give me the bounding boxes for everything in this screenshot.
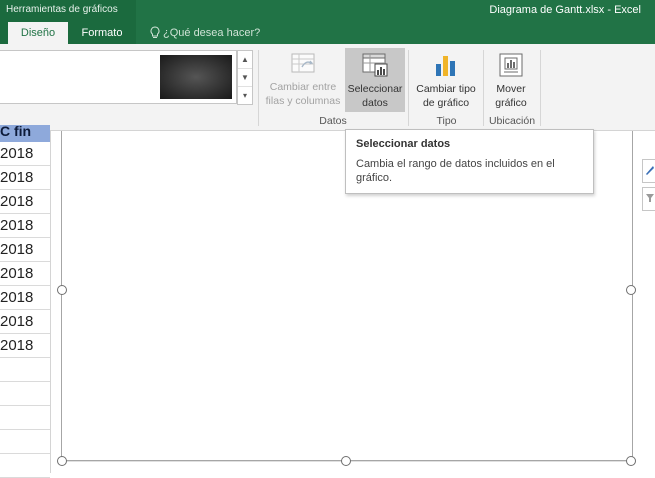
filter-icon (646, 194, 654, 202)
gallery-scroll[interactable]: ▲ ▼ ▾ (237, 50, 253, 105)
chart-filters-side-button[interactable] (642, 187, 655, 211)
empty-cell[interactable] (0, 406, 50, 430)
date-cell[interactable]: 2018 (0, 334, 50, 358)
switch-row-column-button[interactable]: Cambiar entre filas y columnas (262, 48, 344, 112)
select-data-line2: datos (362, 97, 388, 109)
group-label-datos: Datos (319, 115, 347, 127)
date-cell[interactable]: 2018 (0, 286, 50, 310)
resize-handle-right[interactable] (626, 285, 636, 295)
empty-cell[interactable] (0, 454, 50, 478)
change-chart-type-icon (436, 56, 455, 76)
move-chart-button[interactable]: Mover gráfico (485, 48, 537, 112)
group-separator (540, 50, 541, 126)
chart-styles-gallery[interactable] (0, 50, 237, 104)
ribbon: ▲ ▼ ▾ Cambiar entre filas y columnas Sel… (0, 44, 655, 131)
gallery-down-icon[interactable]: ▼ (238, 69, 252, 87)
change-chart-type-line1: Cambiar tipo (416, 83, 476, 95)
resize-handle-bottom-right[interactable] (626, 456, 636, 466)
change-chart-type-line2: de gráfico (422, 97, 470, 109)
tooltip-body: Cambia el rango de datos incluidos en el… (356, 158, 555, 184)
tab-formato[interactable]: Formato (70, 22, 134, 44)
select-data-tooltip: Seleccionar datos Cambia el rango de dat… (345, 129, 594, 194)
date-column: C fin 2018 2018 2018 2018 2018 2018 2018… (0, 125, 51, 478)
switch-row-column-line1: Cambiar entre (269, 81, 337, 93)
select-data-icon (362, 53, 388, 77)
gallery-up-icon[interactable]: ▲ (238, 51, 252, 69)
change-chart-type-button[interactable]: Cambiar tipo de gráfico (412, 48, 480, 112)
empty-cell[interactable] (0, 430, 50, 454)
group-label-ubicacion: Ubicación (488, 115, 536, 127)
resize-handle-bottom[interactable] (341, 456, 351, 466)
date-cell[interactable]: 2018 (0, 166, 50, 190)
lightbulb-icon (150, 26, 160, 38)
date-cell[interactable]: 2018 (0, 142, 50, 166)
tell-me-search[interactable]: ¿Qué desea hacer? (150, 22, 260, 44)
context-tab-group-label: Herramientas de gráficos (6, 4, 118, 15)
chart-style-thumbnail[interactable] (160, 55, 232, 99)
gallery-more-icon[interactable]: ▾ (238, 87, 252, 104)
empty-cell[interactable] (0, 358, 50, 382)
switch-row-column-icon (291, 53, 315, 73)
date-cell[interactable]: 2018 (0, 310, 50, 334)
empty-cell[interactable] (0, 382, 50, 406)
title-bar: Herramientas de gráficos Diagrama de Gan… (0, 0, 655, 44)
window-title: Diagrama de Gantt.xlsx - Excel (489, 4, 641, 16)
group-label-tipo: Tipo (436, 115, 457, 127)
tell-me-label: ¿Qué desea hacer? (163, 27, 261, 39)
resize-handle-left[interactable] (57, 285, 67, 295)
tooltip-title: Seleccionar datos (356, 138, 451, 150)
switch-row-column-line2: filas y columnas (265, 95, 341, 107)
move-chart-line2: gráfico (495, 97, 527, 109)
date-cell[interactable]: 2018 (0, 190, 50, 214)
select-data-line1: Seleccionar (347, 83, 403, 95)
date-cell[interactable]: 2018 (0, 214, 50, 238)
select-data-button[interactable]: Seleccionar datos (345, 48, 405, 112)
move-chart-line1: Mover (496, 83, 526, 95)
brush-icon (646, 166, 654, 175)
date-cell[interactable]: 2018 (0, 238, 50, 262)
date-cell[interactable]: 2018 (0, 262, 50, 286)
tab-diseno[interactable]: Diseño (8, 22, 68, 44)
column-header-cell[interactable]: C fin (0, 125, 50, 142)
resize-handle-bottom-left[interactable] (57, 456, 67, 466)
move-chart-icon (499, 53, 523, 77)
chart-styles-side-button[interactable] (642, 159, 655, 183)
